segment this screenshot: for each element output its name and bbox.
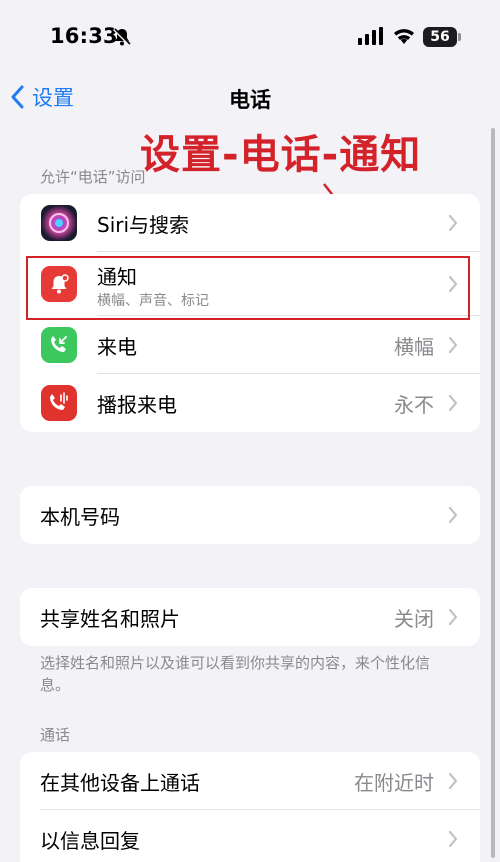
share-footnote: 选择姓名和照片以及谁可以看到你共享的内容，来个性化信息。 <box>40 654 431 694</box>
section-header-access: 允许“电话”访问 <box>40 168 146 186</box>
cellular-signal-icon <box>358 27 384 49</box>
section-header-calls: 通话 <box>40 726 71 744</box>
scrollbar[interactable] <box>491 128 495 858</box>
chevron-right-icon <box>448 214 458 232</box>
row-announce-calls[interactable]: 播报来电 永不 <box>20 374 480 432</box>
chevron-right-icon <box>448 772 458 790</box>
calls-group: 在其他设备上通话 在附近时 以信息回复 <box>20 752 480 862</box>
bell-slash-icon <box>112 27 132 51</box>
row-value: 永不 <box>394 392 434 417</box>
status-time: 16:33 <box>50 24 118 48</box>
wifi-icon <box>392 26 416 50</box>
row-share-name-photo[interactable]: 共享姓名和照片 关闭 <box>20 588 480 646</box>
chevron-right-icon <box>448 336 458 354</box>
page-title: 电话 <box>229 88 271 112</box>
row-value: 关闭 <box>394 606 434 631</box>
battery-tip <box>458 33 461 41</box>
row-calls-other-devices[interactable]: 在其他设备上通话 在附近时 <box>20 752 480 810</box>
announce-calls-icon <box>41 385 77 421</box>
status-bar: 16:33 56 <box>0 0 500 70</box>
row-label: 播报来电 <box>97 392 177 417</box>
battery-indicator: 56 <box>423 27 457 47</box>
row-respond-with-text[interactable]: 以信息回复 <box>20 810 480 862</box>
annotation-highlight-box <box>26 256 470 320</box>
chevron-right-icon <box>448 394 458 412</box>
row-label: Siri与搜索 <box>97 212 190 237</box>
navigation-bar: 设置 电话 <box>0 72 500 122</box>
row-value: 横幅 <box>394 334 434 359</box>
my-number-group: 本机号码 <box>20 486 480 544</box>
row-siri-search[interactable]: Siri与搜索 <box>20 194 480 252</box>
row-label: 在其他设备上通话 <box>40 770 200 795</box>
row-label: 以信息回复 <box>40 828 140 853</box>
row-my-number[interactable]: 本机号码 <box>20 486 480 544</box>
row-incoming-calls[interactable]: 来电 横幅 <box>20 316 480 374</box>
row-label: 本机号码 <box>40 504 120 529</box>
chevron-right-icon <box>448 608 458 626</box>
incoming-call-icon <box>41 327 77 363</box>
annotation-caption: 设置-电话-通知 <box>140 132 422 178</box>
row-value: 在附近时 <box>354 770 434 795</box>
row-label: 共享姓名和照片 <box>40 606 180 631</box>
chevron-right-icon <box>448 506 458 524</box>
share-name-photo-group: 共享姓名和照片 关闭 <box>20 588 480 646</box>
chevron-right-icon <box>448 830 458 848</box>
row-label: 来电 <box>97 334 137 359</box>
siri-icon <box>41 205 77 241</box>
